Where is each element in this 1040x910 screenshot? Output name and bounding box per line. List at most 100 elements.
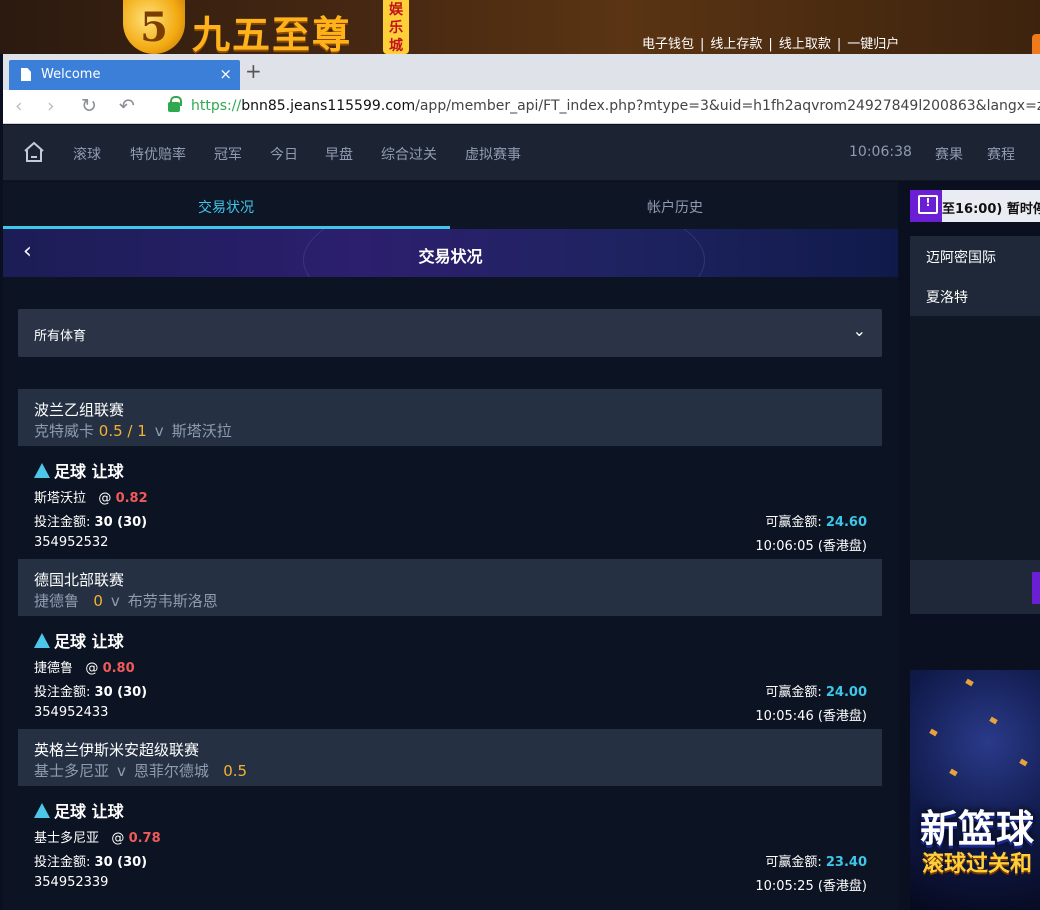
bet-type: 足球 让球 (34, 798, 124, 822)
page-header: ‹ 交易状况 (3, 229, 898, 277)
top-links: 电子钱包 | 线上存款 | 线上取款 | 一键归户 (642, 33, 899, 52)
strip-button[interactable] (1032, 572, 1040, 604)
url-field[interactable]: https://bnn85.jeans115599.com/app/member… (191, 98, 1040, 114)
new-tab-icon[interactable]: + (245, 60, 262, 82)
link-wallet[interactable]: 电子钱包 (642, 37, 694, 52)
ticket-id: 354952433 (34, 705, 109, 720)
confetti (949, 768, 958, 777)
banner-side-button[interactable] (1032, 34, 1040, 54)
live-team[interactable]: 夏洛特 (926, 287, 968, 307)
bet-type: 足球 让球 (34, 628, 124, 652)
league-name: 德国北部联赛 (34, 571, 125, 589)
nav-parlay[interactable]: 综合过关 (381, 144, 437, 164)
right-panel: 至16:00) 暂时停 迈阿密国际 夏洛特 新篮球 滚球过关和 (910, 182, 1040, 910)
message-icon (910, 190, 942, 222)
link-consolidate[interactable]: 一键归户 (847, 37, 899, 52)
league-header: 波兰乙组联赛 克特威卡 0.5 / 1 v 斯塔沃拉 (18, 389, 882, 446)
stake: 投注金额: 30 (30) (34, 851, 147, 870)
live-team[interactable]: 迈阿密国际 (926, 247, 996, 267)
logo-text: 九五至尊 (192, 12, 353, 57)
clock: 10:06:38 (849, 144, 912, 160)
win-label: 可赢金额: (765, 685, 822, 700)
logo-emblem: 5 (123, 0, 185, 54)
announcement-bar[interactable]: 至16:00) 暂时停 (910, 190, 1040, 222)
vs-label: v (117, 762, 126, 780)
chevron-down-icon: ⌄ (852, 321, 866, 340)
reload-icon[interactable]: ↻ (81, 96, 97, 116)
url-scheme: https:// (191, 98, 242, 114)
ticket-id: 354952532 (34, 535, 109, 550)
right-strip (910, 560, 1040, 614)
win-value: 24.00 (825, 685, 867, 700)
link-withdraw[interactable]: 线上取款 (779, 37, 831, 52)
undo-icon[interactable]: ↶ (119, 96, 135, 116)
link-deposit[interactable]: 线上存款 (710, 37, 762, 52)
sport-filter-select[interactable]: 所有体育 ⌄ (18, 309, 882, 357)
nav-special-odds[interactable]: 特优赔率 (130, 144, 186, 164)
site-banner: 5 九五至尊 娱乐城 电子钱包 | 线上存款 | 线上取款 | 一键归户 (0, 0, 1040, 57)
nav-early[interactable]: 早盘 (325, 144, 353, 164)
forward-icon[interactable]: › (47, 96, 55, 116)
promo-banner[interactable]: 新篮球 滚球过关和 (910, 670, 1040, 910)
tab-account-history[interactable]: 帐户历史 (647, 197, 703, 217)
nav-champion[interactable]: 冠军 (214, 144, 242, 164)
link-separator: | (836, 37, 842, 52)
at-label: @ (111, 831, 125, 846)
nav-schedule[interactable]: 赛程 (987, 144, 1015, 164)
win-value: 24.60 (825, 515, 867, 530)
at-label: @ (98, 491, 112, 506)
away-team: 恩菲尔德城 (133, 762, 209, 780)
stake-value: 30 (30) (94, 685, 148, 700)
sub-tabs: 交易状况 帐户历史 (3, 182, 898, 229)
vs-label: v (110, 592, 120, 610)
tab-close-icon[interactable]: × (219, 65, 232, 83)
back-icon[interactable]: ‹ (15, 96, 23, 116)
pick-team: 捷德鲁 (34, 661, 74, 676)
sport-filter-value: 所有体育 (34, 329, 87, 344)
stake-label: 投注金额: (34, 515, 91, 530)
browser-tab[interactable]: Welcome × (9, 60, 240, 90)
warning-icon (34, 633, 50, 648)
stake: 投注金额: 30 (30) (34, 681, 147, 700)
logo-numeral: 5 (140, 4, 168, 51)
potential-win: 可赢金额: 23.40 (765, 851, 867, 870)
nav-results[interactable]: 赛果 (935, 144, 963, 164)
nav-today[interactable]: 今日 (270, 144, 298, 164)
handicap: 0.5 (223, 762, 248, 780)
win-label: 可赢金额: (765, 515, 822, 530)
stake-value: 30 (30) (94, 855, 148, 870)
win-label: 可赢金额: (765, 855, 822, 870)
odds-value: 0.78 (128, 831, 161, 846)
league-header: 德国北部联赛 捷德鲁 0 v 布劳韦斯洛恩 (18, 559, 882, 616)
away-team: 布劳韦斯洛恩 (127, 592, 218, 610)
bet-time: 10:05:25 (香港盘) (755, 879, 867, 894)
address-bar: ‹ › ↻ ↶ https://bnn85.jeans115599.com/ap… (3, 90, 1040, 124)
stake-label: 投注金额: (34, 685, 91, 700)
home-team: 捷德鲁 (34, 592, 80, 610)
at-label: @ (85, 661, 99, 676)
warning-icon (34, 803, 50, 818)
stake-value: 30 (30) (94, 515, 148, 530)
bet-type-label: 足球 让球 (54, 462, 124, 481)
odds-value: 0.80 (102, 661, 135, 676)
league-name: 波兰乙组联赛 (34, 401, 125, 419)
league-name: 英格兰伊斯米安超级联赛 (34, 741, 200, 759)
tab-trade-status[interactable]: 交易状况 (198, 197, 254, 217)
screen: 5 九五至尊 娱乐城 电子钱包 | 线上存款 | 线上取款 | 一键归户 Welcome ×… (0, 0, 1040, 910)
browser-tab-bar: Welcome × + (3, 54, 1040, 90)
url-host: bnn85.jeans115599.com (241, 98, 416, 114)
page-icon (21, 68, 31, 81)
bet-type-label: 足球 让球 (54, 632, 124, 651)
promo-title: 新篮球 (920, 807, 1035, 851)
bet-time: 10:06:05 (香港盘) (755, 539, 867, 554)
bet-type: 足球 让球 (34, 458, 124, 482)
pick-team: 斯塔沃拉 (34, 491, 87, 506)
potential-win: 可赢金额: 24.00 (765, 681, 867, 700)
bet-pick: 斯塔沃拉 @ 0.82 (34, 487, 148, 506)
main-nav: 滚球 特优赔率 冠军 今日 早盘 综合过关 虚拟赛事 10:06:38 赛果 赛… (3, 125, 1040, 181)
nav-live[interactable]: 滚球 (73, 144, 101, 164)
home-icon[interactable] (23, 141, 45, 163)
bet-time: 10:05:46 (香港盘) (755, 709, 867, 724)
nav-virtual[interactable]: 虚拟赛事 (465, 144, 521, 164)
stake: 投注金额: 30 (30) (34, 511, 147, 530)
